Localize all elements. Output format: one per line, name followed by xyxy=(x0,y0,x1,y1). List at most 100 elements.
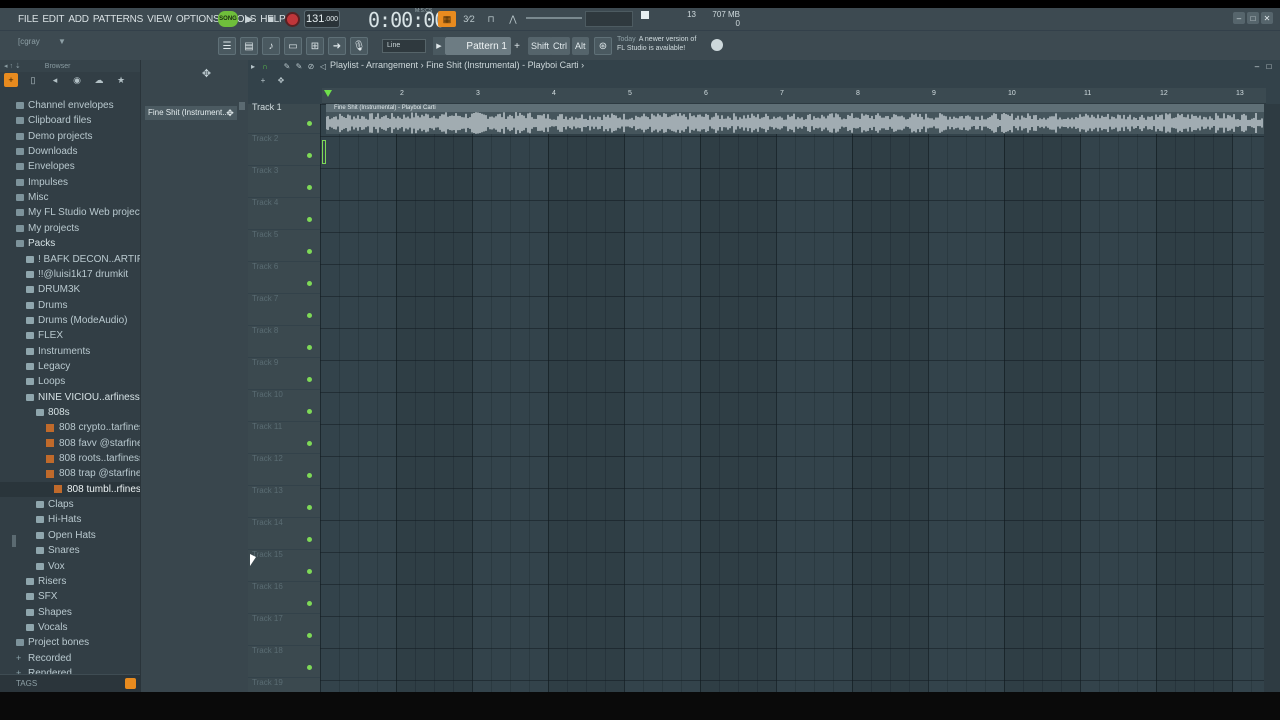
track-mute-led-icon[interactable] xyxy=(307,153,312,158)
browser-item[interactable]: Packs xyxy=(0,236,140,251)
track-mute-led-icon[interactable] xyxy=(307,281,312,286)
browser-item[interactable]: FLEX xyxy=(0,328,140,343)
browser-item[interactable]: Risers xyxy=(0,574,140,589)
browser-star-icon[interactable]: ★ xyxy=(114,73,128,87)
track-mute-led-icon[interactable] xyxy=(307,377,312,382)
song-mode-button[interactable]: SONG xyxy=(218,11,238,27)
snap-selector[interactable]: Line xyxy=(382,39,426,53)
browser-item[interactable]: Loops xyxy=(0,374,140,389)
track-mute-led-icon[interactable] xyxy=(307,473,312,478)
search-icon[interactable] xyxy=(125,678,136,689)
playlist-grid[interactable]: Fine Shit (Instrumental) - Playboi Carti xyxy=(320,104,1264,692)
picker-scrollbar[interactable] xyxy=(239,102,245,110)
browser-item[interactable]: Open Hats xyxy=(0,528,140,543)
menu-file[interactable]: FILE xyxy=(18,14,39,25)
track-header[interactable]: Track 2 xyxy=(248,134,320,166)
browser-scrollbar[interactable] xyxy=(12,535,16,547)
browser-item[interactable]: ! BAFK DECON..ARTIFICIAL xyxy=(0,252,140,267)
browser-item[interactable]: + Recorded xyxy=(0,651,140,666)
browser-item[interactable]: !!@luisi1k17 drumkit xyxy=(0,267,140,282)
draw-icon[interactable]: ✎ xyxy=(282,61,292,71)
browser-item[interactable]: Impulses xyxy=(0,175,140,190)
track-mute-led-icon[interactable] xyxy=(307,537,312,542)
browser-item[interactable]: Drums xyxy=(0,298,140,313)
track-header[interactable]: Track 8 xyxy=(248,326,320,358)
arrow-right-icon[interactable]: ➜ xyxy=(328,37,346,55)
play-icon[interactable]: ▶ xyxy=(240,11,258,27)
browser-item[interactable]: NINE VICIOU..arfinesse_ xyxy=(0,390,140,405)
menu-view[interactable]: VIEW xyxy=(147,14,172,25)
browser-cloud-icon[interactable]: ☁ xyxy=(92,73,106,87)
browser-item[interactable]: Snares xyxy=(0,543,140,558)
magnet-icon[interactable]: ∩ xyxy=(260,61,270,71)
track-mute-led-icon[interactable] xyxy=(307,441,312,446)
zoom-horizontal-icon[interactable]: ✥ xyxy=(276,75,286,85)
playlist-maximize-icon[interactable]: □ xyxy=(1264,61,1274,71)
browser-item[interactable]: 808 favv @starfinesse_ xyxy=(0,436,140,451)
browser-plugin-icon[interactable]: ◉ xyxy=(70,73,84,87)
browser-item[interactable]: Instruments xyxy=(0,344,140,359)
browser-item[interactable]: Vox xyxy=(0,559,140,574)
menu-add[interactable]: ADD xyxy=(68,14,89,25)
track-header[interactable]: Track 18 xyxy=(248,646,320,678)
alt-button[interactable]: Alt xyxy=(572,37,589,55)
menu-patterns[interactable]: PATTERNS xyxy=(93,14,143,25)
track-header[interactable]: Track 17 xyxy=(248,614,320,646)
mixer-icon[interactable]: ▭ xyxy=(284,37,302,55)
track-header[interactable]: Track 3 xyxy=(248,166,320,198)
browser-item[interactable]: 808s xyxy=(0,405,140,420)
track-header[interactable]: Track 4 xyxy=(248,198,320,230)
hint-dropdown-icon[interactable]: ▼ xyxy=(58,37,66,46)
browser-item[interactable]: Downloads xyxy=(0,144,140,159)
track-header[interactable]: Track 11 xyxy=(248,422,320,454)
online-news-icon[interactable]: ⊛ xyxy=(594,37,612,55)
maximize-icon[interactable]: □ xyxy=(1247,12,1259,24)
track-header[interactable]: Track 12 xyxy=(248,454,320,486)
microphone-icon[interactable]: 🎙 xyxy=(350,37,368,55)
browser-item[interactable]: SFX xyxy=(0,589,140,604)
piano-roll-icon[interactable]: ♪ xyxy=(262,37,280,55)
track-header[interactable]: Track 10 xyxy=(248,390,320,422)
track-header[interactable]: Track 16 xyxy=(248,582,320,614)
playlist-menu-icon[interactable] xyxy=(148,61,158,71)
paint-icon[interactable]: ✎ xyxy=(294,61,304,71)
browser-item[interactable]: 808 tumbl..rfinesse_ xyxy=(0,481,140,497)
track-mute-led-icon[interactable] xyxy=(307,505,312,510)
menu-options[interactable]: OPTIONS xyxy=(176,14,220,25)
track-header[interactable]: Track 9 xyxy=(248,358,320,390)
playlist-icon[interactable]: ☰ xyxy=(218,37,236,55)
track-header[interactable]: Track 15 xyxy=(248,550,320,582)
track-mute-led-icon[interactable] xyxy=(307,185,312,190)
typing-keyboard-icon[interactable]: ▦ xyxy=(438,11,456,27)
browser-item[interactable]: 808 crypto..tarfinesse_ xyxy=(0,420,140,435)
browser-arrows-icon[interactable]: ◂ ↑ ⇣ xyxy=(4,62,21,70)
tempo-field[interactable]: 131.000 xyxy=(304,10,340,28)
shift-button[interactable]: Shift xyxy=(528,37,553,55)
browser-item[interactable]: Drums (ModeAudio) xyxy=(0,313,140,328)
add-track-icon[interactable]: + xyxy=(258,75,268,85)
track-header[interactable]: Track 13 xyxy=(248,486,320,518)
track-header[interactable]: Track 5 xyxy=(248,230,320,262)
master-pitch-slider[interactable] xyxy=(526,17,582,19)
playlist-scrollbar[interactable] xyxy=(1264,104,1280,692)
track-mute-led-icon[interactable] xyxy=(307,345,312,350)
browser-item[interactable]: 808 roots..tarfinesse_ xyxy=(0,451,140,466)
pattern-selector[interactable]: Pattern 1 xyxy=(445,37,511,55)
browser-item[interactable]: Project bones xyxy=(0,635,140,650)
browser-item[interactable]: Shapes xyxy=(0,605,140,620)
browser-item[interactable]: 808 trap @starfinesse_ xyxy=(0,466,140,481)
browser-item[interactable]: Channel envelopes xyxy=(0,98,140,113)
track-header[interactable]: Track 14 xyxy=(248,518,320,550)
browser-item[interactable]: Vocals xyxy=(0,620,140,635)
browser-item[interactable]: Legacy xyxy=(0,359,140,374)
track-mute-led-icon[interactable] xyxy=(307,569,312,574)
browser-item[interactable]: Envelopes xyxy=(0,159,140,174)
browser-item[interactable]: Demo projects xyxy=(0,129,140,144)
track-header[interactable]: Track 6 xyxy=(248,262,320,294)
metronome-icon[interactable]: ⋀ xyxy=(504,11,522,27)
browser-item[interactable]: DRUM3K xyxy=(0,282,140,297)
track-mute-led-icon[interactable] xyxy=(307,633,312,638)
delete-tool-icon[interactable]: ⊘ xyxy=(306,61,316,71)
track-mute-led-icon[interactable] xyxy=(307,121,312,126)
close-icon[interactable]: ✕ xyxy=(1261,12,1273,24)
